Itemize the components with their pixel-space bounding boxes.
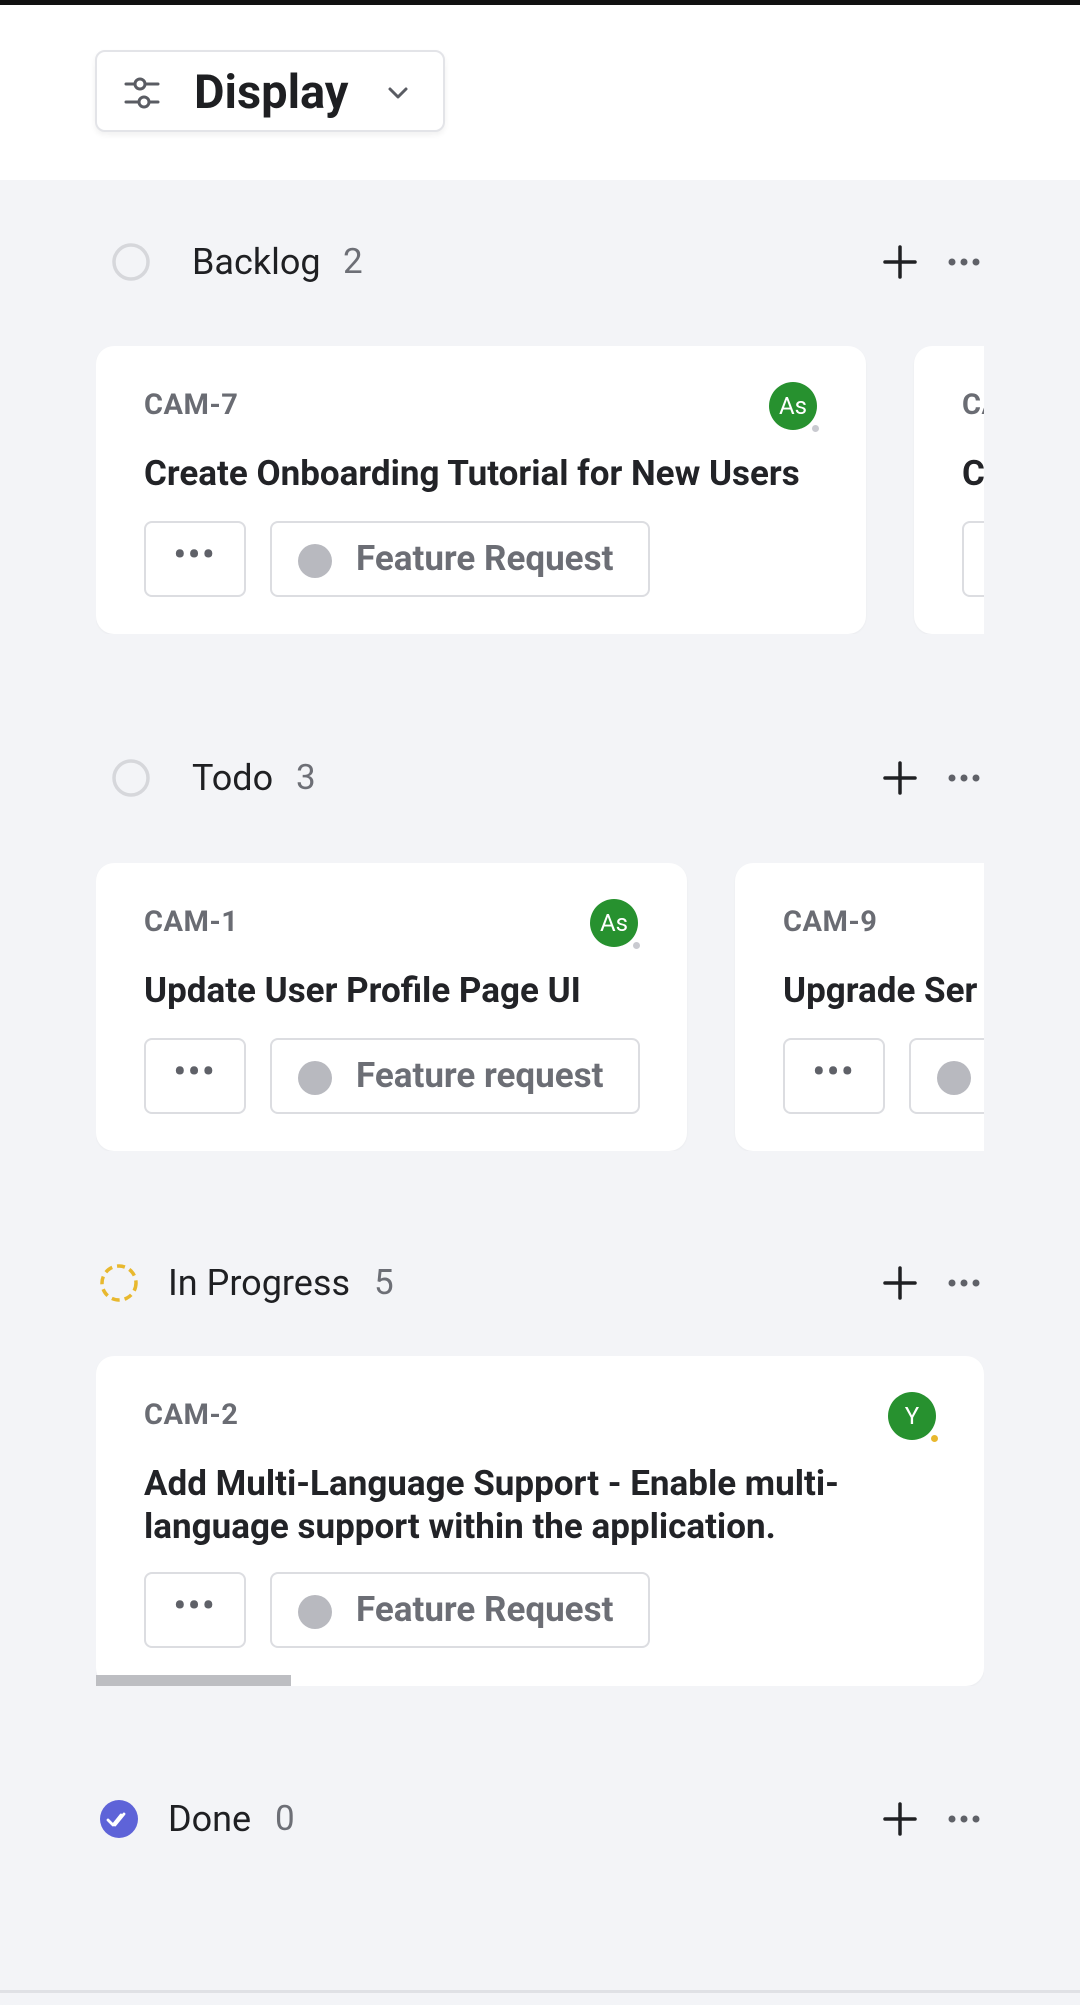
- issue-title: C: [962, 453, 984, 494]
- card-row-backlog: CAM-7 As Create Onboarding Tutorial for …: [96, 346, 984, 634]
- group-count: 2: [343, 241, 363, 282]
- display-label: Display: [194, 65, 349, 120]
- issue-card[interactable]: CAM-7 As Create Onboarding Tutorial for …: [96, 346, 866, 634]
- assignee-avatar[interactable]: As: [769, 382, 819, 432]
- group-header-backlog: Backlog 2: [0, 232, 1080, 292]
- label-color-dot: [298, 1595, 332, 1629]
- toolbar: Display: [0, 5, 1080, 180]
- chevron-down-icon: [388, 87, 408, 99]
- todo-status-icon: [112, 759, 150, 797]
- issue-title: Upgrade Ser: [783, 970, 978, 1011]
- avatar-initials: As: [778, 392, 808, 420]
- ellipsis-icon[interactable]: [944, 242, 984, 282]
- done-check-icon: [100, 1800, 138, 1838]
- label-text: Feature Request: [356, 1589, 614, 1630]
- label-text: Feature request: [356, 1055, 604, 1096]
- ellipsis-icon[interactable]: [944, 1263, 984, 1303]
- card-row-todo: CAM-1 As Update User Profile Page UI •••…: [96, 863, 984, 1151]
- horizontal-scrollbar[interactable]: [96, 1675, 291, 1686]
- issue-card[interactable]: CAM-9 Upgrade Ser •••: [735, 863, 984, 1151]
- sliders-icon: [124, 77, 160, 109]
- group-name: Backlog: [192, 241, 321, 283]
- group-name: In Progress: [168, 1262, 351, 1304]
- more-actions-button[interactable]: •••: [144, 1572, 246, 1648]
- ellipsis-icon[interactable]: [944, 758, 984, 798]
- issue-id: CAM-1: [144, 905, 239, 939]
- group-count: 0: [275, 1798, 295, 1839]
- display-button[interactable]: Display: [95, 50, 445, 132]
- more-actions-button[interactable]: •••: [144, 1038, 246, 1114]
- issue-card[interactable]: CA C •••: [914, 346, 984, 634]
- assignee-avatar[interactable]: As: [590, 899, 640, 949]
- issue-id: CAM-2: [144, 1398, 239, 1432]
- group-count: 5: [374, 1262, 394, 1303]
- issue-id: CA: [962, 388, 984, 422]
- plus-icon[interactable]: [880, 1263, 920, 1303]
- group-header-done: Done 0: [0, 1789, 1080, 1849]
- group-header-in-progress: In Progress 5: [0, 1253, 1080, 1313]
- avatar-initials: As: [599, 909, 629, 937]
- group-name: Todo: [192, 757, 274, 799]
- issue-id: CAM-9: [783, 905, 878, 939]
- presence-dot: [633, 942, 640, 949]
- in-progress-status-icon: [100, 1264, 138, 1302]
- divider: [0, 1990, 1080, 1993]
- label-chip[interactable]: [909, 1038, 984, 1114]
- label-color-dot: [298, 544, 332, 578]
- group-name: Done: [168, 1798, 252, 1840]
- label-chip[interactable]: Feature Request: [270, 1572, 650, 1648]
- more-actions-button[interactable]: •••: [962, 521, 984, 597]
- label-chip[interactable]: Feature Request: [270, 521, 650, 597]
- backlog-status-icon: [112, 243, 150, 281]
- presence-dot: [812, 425, 819, 432]
- issue-title: Update User Profile Page UI: [144, 970, 581, 1011]
- label-text: Feature Request: [356, 538, 614, 579]
- issue-id: CAM-7: [144, 388, 239, 422]
- group-count: 3: [296, 757, 316, 798]
- presence-dot: [931, 1435, 938, 1442]
- label-color-dot: [937, 1061, 971, 1095]
- assignee-avatar[interactable]: Y: [888, 1392, 938, 1442]
- label-chip[interactable]: Feature request: [270, 1038, 640, 1114]
- more-actions-button[interactable]: •••: [783, 1038, 885, 1114]
- issue-card[interactable]: CAM-2 Y Add Multi-Language Support - Ena…: [96, 1356, 984, 1686]
- plus-icon[interactable]: [880, 758, 920, 798]
- issue-title: Add Multi-Language Support - Enable mult…: [144, 1463, 839, 1547]
- more-actions-button[interactable]: •••: [144, 521, 246, 597]
- ellipsis-icon[interactable]: [944, 1799, 984, 1839]
- label-color-dot: [298, 1061, 332, 1095]
- card-row-in-progress: CAM-2 Y Add Multi-Language Support - Ena…: [96, 1356, 984, 1686]
- group-header-todo: Todo 3: [0, 748, 1080, 808]
- plus-icon[interactable]: [880, 1799, 920, 1839]
- issue-title: Create Onboarding Tutorial for New Users: [144, 453, 800, 494]
- plus-icon[interactable]: [880, 242, 920, 282]
- avatar-initials: Y: [904, 1402, 920, 1430]
- issue-card[interactable]: CAM-1 As Update User Profile Page UI •••…: [96, 863, 687, 1151]
